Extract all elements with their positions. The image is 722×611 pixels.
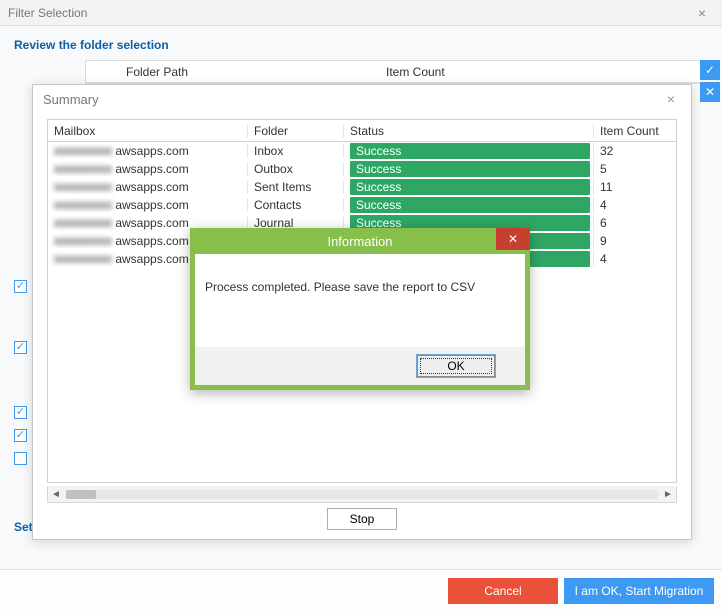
status-badge: Success	[350, 179, 590, 195]
count-cell: 5	[594, 162, 676, 176]
count-cell: 4	[594, 252, 676, 266]
information-dialog: Information ✕ Process completed. Please …	[190, 228, 530, 390]
status-badge: Success	[350, 143, 590, 159]
count-header[interactable]: Item Count	[594, 124, 676, 138]
summary-title: Summary	[43, 92, 661, 107]
filter-titlebar: Filter Selection ×	[0, 0, 722, 26]
summary-titlebar: Summary ×	[33, 85, 691, 113]
option-checkbox[interactable]	[14, 341, 27, 354]
status-badge: Success	[350, 197, 590, 213]
folder-header[interactable]: Folder	[248, 124, 344, 138]
count-cell: 6	[594, 216, 676, 230]
uncheck-all-button[interactable]: ✕	[700, 82, 720, 102]
count-cell: 4	[594, 198, 676, 212]
summary-close-icon[interactable]: ×	[661, 91, 681, 107]
info-close-button[interactable]: ✕	[496, 228, 530, 250]
scroll-thumb[interactable]	[66, 490, 96, 499]
start-migration-button[interactable]: I am OK, Start Migration	[564, 578, 714, 604]
option-checkbox[interactable]	[14, 280, 27, 293]
status-cell: Success	[344, 179, 594, 195]
left-checkboxes-group2	[14, 406, 27, 465]
option-checkbox[interactable]	[14, 452, 27, 465]
mailbox-cell: ■■■■■■■■ awsapps.com	[48, 144, 248, 158]
bottom-bar: Cancel I am OK, Start Migration	[0, 569, 722, 611]
folder-cell: Sent Items	[248, 180, 344, 194]
filter-title: Filter Selection	[8, 6, 690, 20]
mailbox-cell: ■■■■■■■■ awsapps.com	[48, 180, 248, 194]
option-checkbox[interactable]	[14, 406, 27, 419]
review-heading: Review the folder selection	[0, 26, 722, 62]
mailbox-cell: ■■■■■■■■ awsapps.com	[48, 162, 248, 176]
status-cell: Success	[344, 161, 594, 177]
filter-close-icon[interactable]: ×	[690, 5, 714, 21]
horizontal-scrollbar[interactable]: ◄ ►	[47, 486, 677, 503]
table-row[interactable]: ■■■■■■■■ awsapps.comSent Items Success 11	[48, 178, 676, 196]
ok-button[interactable]: OK	[417, 355, 495, 377]
scroll-right-icon[interactable]: ►	[660, 489, 676, 500]
folder-path-header[interactable]: Folder Path	[86, 65, 386, 79]
scroll-left-icon[interactable]: ◄	[48, 489, 64, 500]
mailbox-cell: ■■■■■■■■ awsapps.com	[48, 198, 248, 212]
table-row[interactable]: ■■■■■■■■ awsapps.comInbox Success 32	[48, 142, 676, 160]
folder-cell: Outbox	[248, 162, 344, 176]
info-titlebar: Information ✕	[190, 228, 530, 254]
info-title: Information	[327, 234, 392, 249]
folder-table-header: Folder Path Item Count ▲	[86, 61, 717, 83]
info-message: Process completed. Please save the repor…	[195, 254, 525, 294]
count-cell: 11	[594, 180, 676, 194]
check-all-button[interactable]: ✓	[700, 60, 720, 80]
summary-table-header: Mailbox Folder Status Item Count	[48, 120, 676, 142]
folder-table: Folder Path Item Count ▲	[85, 60, 718, 84]
table-row[interactable]: ■■■■■■■■ awsapps.comOutbox Success 5	[48, 160, 676, 178]
folder-cell: Inbox	[248, 144, 344, 158]
info-button-bar: OK	[195, 347, 525, 385]
side-controls: ✓ ✕	[700, 60, 720, 102]
cancel-button[interactable]: Cancel	[448, 578, 558, 604]
status-header[interactable]: Status	[344, 124, 594, 138]
status-badge: Success	[350, 161, 590, 177]
table-row[interactable]: ■■■■■■■■ awsapps.comContacts Success 4	[48, 196, 676, 214]
stop-bar: Stop	[33, 505, 691, 533]
folder-cell: Contacts	[248, 198, 344, 212]
status-cell: Success	[344, 197, 594, 213]
item-count-header[interactable]: Item Count	[386, 65, 699, 79]
stop-button[interactable]: Stop	[327, 508, 397, 530]
mailbox-header[interactable]: Mailbox	[48, 124, 248, 138]
scroll-track[interactable]	[66, 490, 658, 499]
status-cell: Success	[344, 143, 594, 159]
set-heading: Set	[14, 520, 33, 534]
count-cell: 9	[594, 234, 676, 248]
option-checkbox[interactable]	[14, 429, 27, 442]
left-checkboxes-group1	[14, 280, 27, 354]
count-cell: 32	[594, 144, 676, 158]
